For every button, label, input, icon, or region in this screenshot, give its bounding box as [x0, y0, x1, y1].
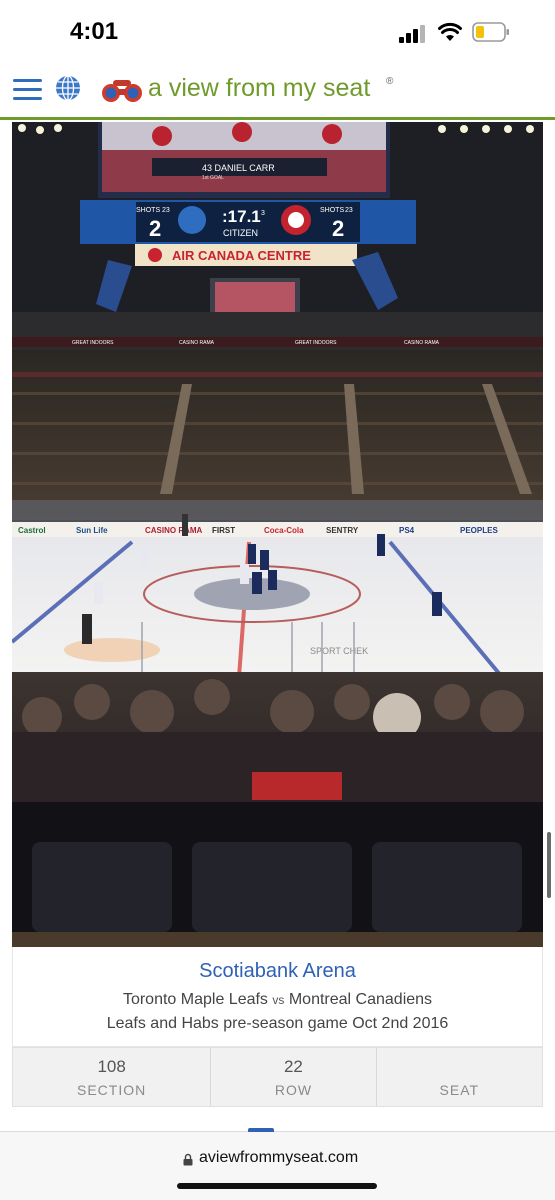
- away-shots: 23: [162, 207, 170, 214]
- scoreboard-player-subcaption: 1st GOAL: [202, 175, 224, 181]
- vs-label: vs: [272, 993, 285, 1007]
- seat-view-photo: 43 DANIEL CARR 1st GOAL SHOTS 23 2 :17.1…: [12, 122, 543, 947]
- home-shots-label: SHOTS: [320, 207, 344, 214]
- status-time: 4:01: [70, 18, 119, 45]
- battery-low-icon: [472, 22, 509, 42]
- scroll-indicator[interactable]: [547, 832, 551, 898]
- wifi-icon: [438, 22, 462, 41]
- venue-link[interactable]: Scotiabank Arena: [13, 960, 542, 983]
- board-ad-2: Sun Life: [76, 526, 108, 535]
- arena-banner: AIR CANADA CENTRE: [172, 248, 311, 263]
- site-logo-text[interactable]: a view from my seat: [148, 74, 370, 103]
- row-cell: 22 ROW: [211, 1048, 377, 1106]
- maple-leaf-icon: [148, 248, 162, 262]
- row-label: ROW: [274, 1082, 313, 1098]
- board-ad-1: Castrol: [18, 526, 46, 535]
- board-ad-7: PS4: [399, 526, 415, 535]
- seat-info-bar: 108 SECTION 22 ROW SEAT: [12, 1047, 543, 1107]
- section-label: SECTION: [77, 1082, 147, 1098]
- seat-label: SEAT: [439, 1082, 480, 1098]
- home-indicator[interactable]: [177, 1183, 377, 1189]
- site-header: a view from my seat ®: [0, 62, 555, 120]
- game-clock: :17.1: [222, 207, 261, 226]
- globe-icon[interactable]: [54, 74, 82, 102]
- lock-icon: [183, 1153, 193, 1166]
- home-shots: 23: [345, 207, 353, 214]
- ring-ad-3: GREAT INDOORS: [295, 340, 337, 346]
- matchup: Toronto Maple Leafs vs Montreal Canadien…: [13, 991, 542, 1009]
- board-ad-6: SENTRY: [326, 526, 359, 535]
- ring-ad-2: CASINO RAMA: [179, 340, 215, 346]
- binoculars-icon: [102, 80, 142, 102]
- ring-ad-1: GREAT INDOORS: [72, 340, 114, 346]
- board-ad-8: PEOPLES: [460, 526, 498, 535]
- home-score: 2: [332, 216, 344, 241]
- row-value: 22: [283, 1057, 303, 1076]
- board-ad-3: CASINO RAMA: [145, 526, 203, 535]
- section-value: 108: [97, 1057, 126, 1076]
- period: 3: [261, 210, 265, 217]
- board-ad-4: FIRST: [212, 526, 235, 535]
- section-cell: 108 SECTION: [13, 1048, 212, 1106]
- scoreboard-player-caption: 43 DANIEL CARR: [202, 163, 275, 173]
- browser-url-bar[interactable]: aviewfrommyseat.com: [0, 1128, 555, 1200]
- away-score: 2: [149, 216, 161, 241]
- seat-cell: SEAT: [377, 1048, 542, 1106]
- maple-leafs-logo-icon: [178, 206, 206, 234]
- scoreboard-sponsor: CITIZEN: [223, 228, 258, 238]
- home-team: Toronto Maple Leafs: [122, 991, 268, 1008]
- page-edge-hint: [248, 1128, 274, 1132]
- ice-ad: SPORT CHEK: [310, 646, 368, 656]
- cellular-signal-icon: [399, 25, 429, 43]
- url-text[interactable]: aviewfrommyseat.com: [199, 1149, 358, 1167]
- game-description: Leafs and Habs pre-season game Oct 2nd 2…: [106, 1015, 449, 1032]
- ring-ad-4: CASINO RAMA: [404, 340, 440, 346]
- board-ad-5: Coca-Cola: [264, 526, 304, 535]
- hamburger-menu-icon[interactable]: [13, 76, 43, 102]
- away-shots-label: SHOTS: [136, 207, 160, 214]
- status-bar: 4:01: [0, 0, 555, 62]
- registered-mark: ®: [386, 76, 394, 87]
- photo-caption: Scotiabank Arena Toronto Maple Leafs vs …: [12, 947, 543, 1047]
- away-team: Montreal Canadiens: [288, 991, 433, 1008]
- arena-photo-illustration: 43 DANIEL CARR 1st GOAL SHOTS 23 2 :17.1…: [12, 122, 543, 947]
